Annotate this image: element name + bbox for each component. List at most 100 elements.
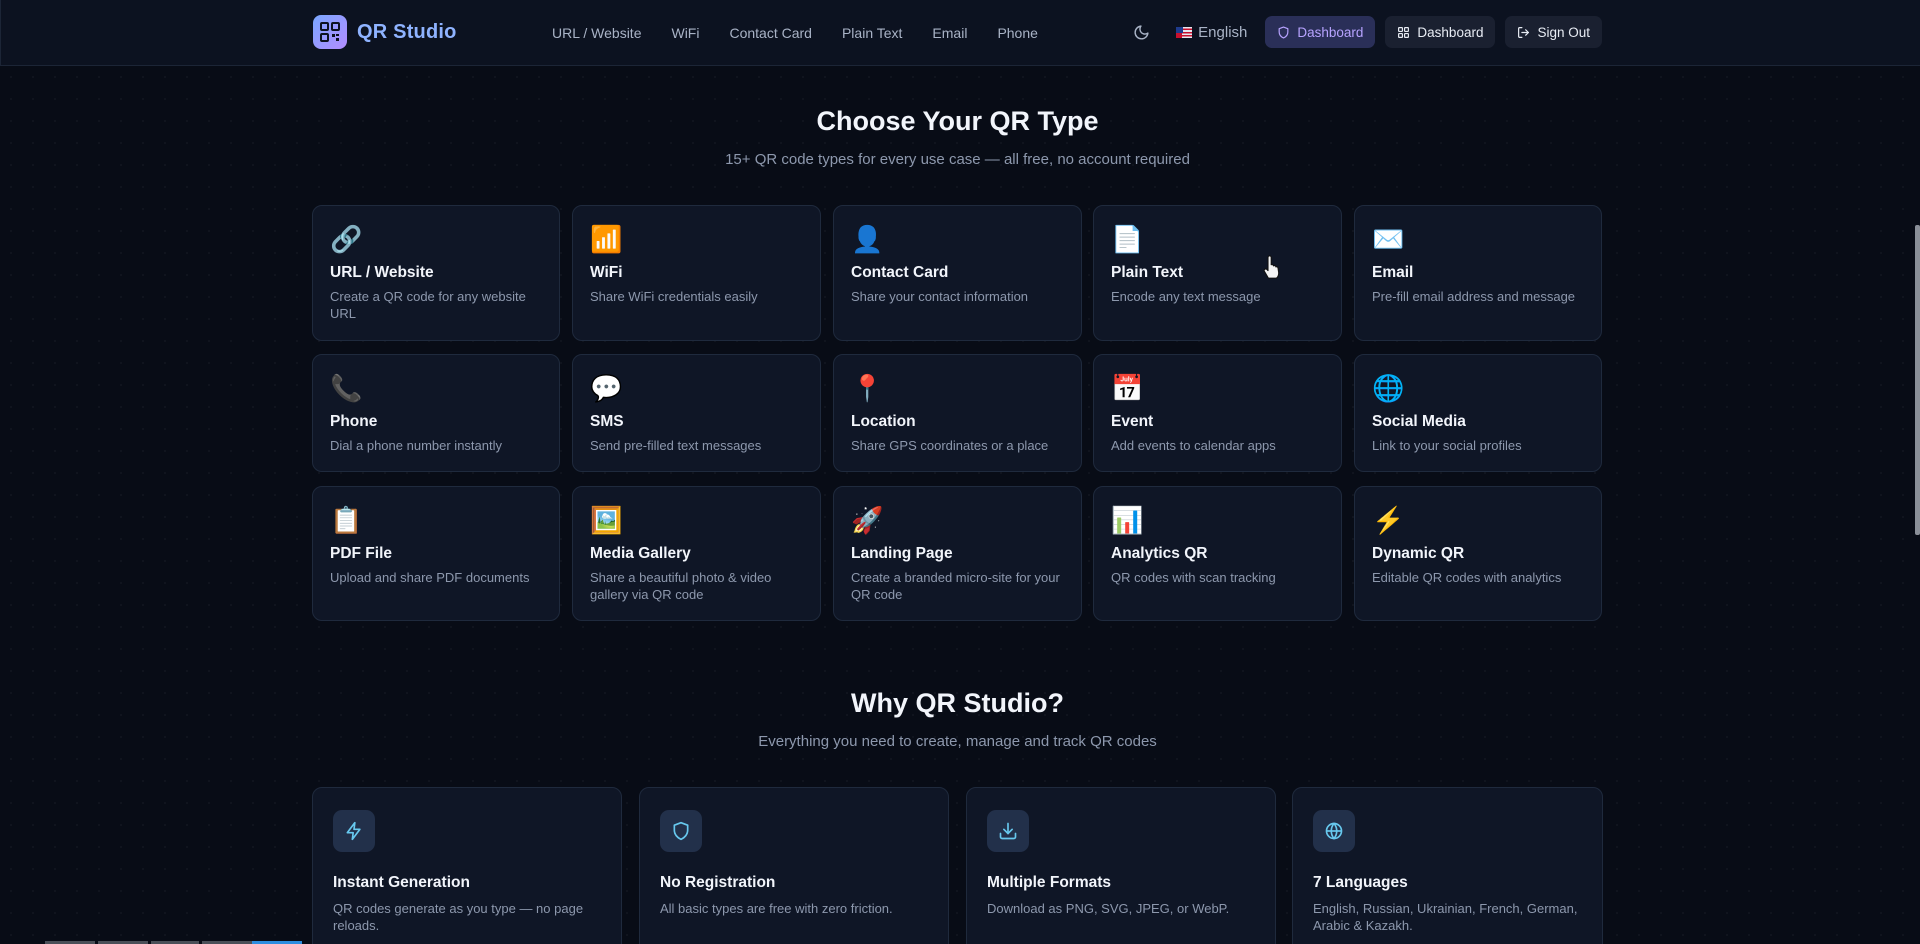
type-card-social[interactable]: 🌐 Social Media Link to your social profi… xyxy=(1354,354,1602,472)
flag-icon xyxy=(1176,26,1193,38)
dashboard-primary-button[interactable]: Dashboard xyxy=(1265,16,1376,48)
feature-description: English, Russian, Ukrainian, French, Ger… xyxy=(1313,901,1578,933)
wifi-icon: 📶 xyxy=(590,224,623,254)
dashboard-primary-label: Dashboard xyxy=(1297,24,1364,40)
globe-icon: 🌐 xyxy=(1372,373,1405,403)
brand-link[interactable]: QR Studio xyxy=(313,15,457,49)
nav-link-contact[interactable]: Contact Card xyxy=(729,25,811,41)
card-description: Share GPS coordinates or a place xyxy=(851,438,1049,453)
download-icon xyxy=(987,810,1029,852)
envelope-icon: ✉️ xyxy=(1372,224,1405,254)
bar-chart-icon: 📊 xyxy=(1111,505,1144,535)
clipboard-icon: 📋 xyxy=(330,505,363,535)
brand-name: QR Studio xyxy=(357,20,457,43)
card-description: Create a branded micro-site for your QR … xyxy=(851,570,1060,602)
card-description: Pre-fill email address and message xyxy=(1372,289,1576,304)
feature-description: QR codes generate as you type — no page … xyxy=(333,901,584,933)
type-card-dynamic[interactable]: ⚡ Dynamic QR Editable QR codes with anal… xyxy=(1354,486,1602,621)
feature-title: Instant Generation xyxy=(333,874,470,891)
type-card-landing[interactable]: 🚀 Landing Page Create a branded micro-si… xyxy=(833,486,1082,621)
shield-icon xyxy=(1278,25,1289,39)
card-title: Landing Page xyxy=(851,545,953,562)
speech-bubble-icon: 💬 xyxy=(590,373,623,403)
map-pin-icon: 📍 xyxy=(851,373,884,403)
sign-out-button[interactable]: Sign Out xyxy=(1505,16,1602,48)
card-title: URL / Website xyxy=(330,264,434,281)
types-section-subtitle: 15+ QR code types for every use case — a… xyxy=(725,151,1190,168)
type-card-pdf[interactable]: 📋 PDF File Upload and share PDF document… xyxy=(312,486,560,621)
type-card-sms[interactable]: 💬 SMS Send pre-filled text messages xyxy=(572,354,821,472)
type-card-event[interactable]: 📅 Event Add events to calendar apps xyxy=(1093,354,1342,472)
dashboard-label: Dashboard xyxy=(1417,24,1484,40)
header-actions: English Dashboard Dashboard Sign Out xyxy=(1126,15,1602,49)
feature-card-formats: Multiple Formats Download as PNG, SVG, J… xyxy=(966,787,1276,944)
feature-card-registration: No Registration All basic types are free… xyxy=(639,787,949,944)
logout-icon xyxy=(1518,26,1530,38)
why-section-subtitle: Everything you need to create, manage an… xyxy=(758,733,1157,750)
why-section-title: Why QR Studio? xyxy=(851,688,1064,718)
card-description: Share WiFi credentials easily xyxy=(590,289,758,304)
type-card-text[interactable]: 📄 Plain Text Encode any text message xyxy=(1093,205,1342,341)
card-title: SMS xyxy=(590,413,624,430)
calendar-icon: 📅 xyxy=(1111,373,1144,403)
moon-icon[interactable] xyxy=(1126,15,1156,49)
card-description: Share a beautiful photo & video gallery … xyxy=(590,570,772,602)
type-card-location[interactable]: 📍 Location Share GPS coordinates or a pl… xyxy=(833,354,1082,472)
nav-link-wifi[interactable]: WiFi xyxy=(671,25,699,41)
type-card-gallery[interactable]: 🖼️ Media Gallery Share a beautiful photo… xyxy=(572,486,821,621)
person-icon: 👤 xyxy=(851,224,884,254)
card-description: Upload and share PDF documents xyxy=(330,570,530,585)
card-title: Dynamic QR xyxy=(1372,545,1465,562)
nav-link-url[interactable]: URL / Website xyxy=(552,25,641,41)
dashboard-button[interactable]: Dashboard xyxy=(1385,16,1496,48)
card-title: Phone xyxy=(330,413,378,430)
type-card-email[interactable]: ✉️ Email Pre-fill email address and mess… xyxy=(1354,205,1602,341)
grid-icon xyxy=(1398,26,1410,38)
card-title: Social Media xyxy=(1372,413,1466,430)
feature-title: Multiple Formats xyxy=(987,874,1112,891)
language-selector[interactable]: English xyxy=(1176,24,1247,41)
sign-out-label: Sign Out xyxy=(1537,24,1590,40)
type-card-phone[interactable]: 📞 Phone Dial a phone number instantly xyxy=(312,354,560,472)
card-title: Analytics QR xyxy=(1111,545,1208,562)
top-navbar: QR Studio URL / Website WiFi Contact Car… xyxy=(0,0,1920,66)
card-description: Add events to calendar apps xyxy=(1111,438,1276,453)
card-description: Editable QR codes with analytics xyxy=(1372,570,1562,585)
type-card-contact[interactable]: 👤 Contact Card Share your contact inform… xyxy=(833,205,1082,341)
feature-card-languages: 7 Languages English, Russian, Ukrainian,… xyxy=(1292,787,1603,944)
types-section-title: Choose Your QR Type xyxy=(816,106,1099,136)
feature-title: 7 Languages xyxy=(1313,874,1408,891)
type-card-wifi[interactable]: 📶 WiFi Share WiFi credentials easily xyxy=(572,205,821,341)
card-title: Location xyxy=(851,413,916,430)
feature-description: All basic types are free with zero frict… xyxy=(660,901,893,916)
main-nav: URL / Website WiFi Contact Card Plain Te… xyxy=(552,0,1068,66)
card-description: Share your contact information xyxy=(851,289,1029,304)
card-description: Dial a phone number instantly xyxy=(330,438,502,453)
card-description: Create a QR code for any website URL xyxy=(330,289,526,321)
nav-link-text[interactable]: Plain Text xyxy=(842,25,902,41)
nav-link-email[interactable]: Email xyxy=(932,25,967,41)
nav-link-phone[interactable]: Phone xyxy=(997,25,1037,41)
shield-icon xyxy=(660,810,702,852)
card-title: Event xyxy=(1111,413,1154,430)
link-icon: 🔗 xyxy=(330,224,363,254)
page-scrollbar[interactable] xyxy=(1915,225,1920,535)
card-title: WiFi xyxy=(590,264,623,281)
lightning-icon: ⚡ xyxy=(1372,505,1405,535)
picture-icon: 🖼️ xyxy=(590,505,623,535)
card-description: Link to your social profiles xyxy=(1372,438,1522,453)
hand-cursor-icon xyxy=(1262,255,1282,284)
language-label: English xyxy=(1198,23,1248,41)
type-card-analytics[interactable]: 📊 Analytics QR QR codes with scan tracki… xyxy=(1093,486,1342,621)
card-title: Contact Card xyxy=(851,264,949,281)
feature-description: Download as PNG, SVG, JPEG, or WebP. xyxy=(987,901,1230,916)
card-description: QR codes with scan tracking xyxy=(1111,570,1276,585)
type-card-url[interactable]: 🔗 URL / Website Create a QR code for any… xyxy=(312,205,560,341)
card-title: PDF File xyxy=(330,545,393,562)
document-icon: 📄 xyxy=(1111,224,1144,254)
card-description: Encode any text message xyxy=(1111,289,1261,304)
phone-icon: 📞 xyxy=(330,373,363,403)
feature-title: No Registration xyxy=(660,874,776,891)
card-description: Send pre-filled text messages xyxy=(590,438,762,453)
qr-code-icon xyxy=(313,15,347,49)
